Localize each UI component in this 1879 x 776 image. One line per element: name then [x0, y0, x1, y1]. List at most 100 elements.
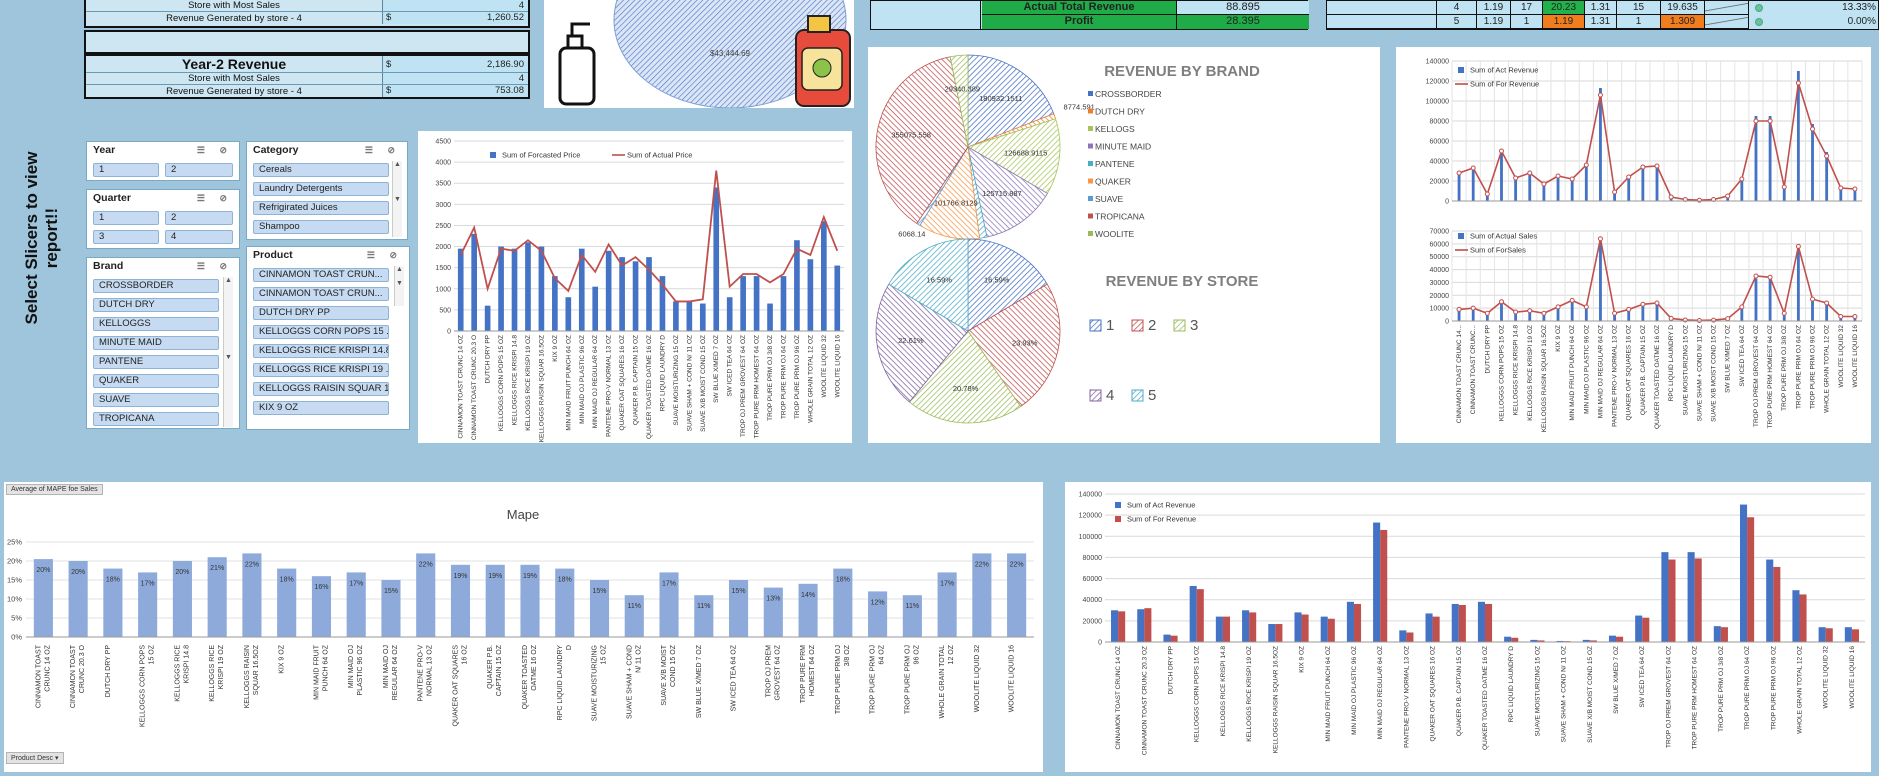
year-item-1[interactable]: 1: [93, 163, 159, 177]
line-point[interactable]: [1753, 118, 1759, 124]
brand-item[interactable]: MINUTE MAID: [93, 336, 219, 350]
store-pct-value[interactable]: 0.00%: [1816, 15, 1876, 29]
store-table-cell[interactable]: 15: [1617, 1, 1661, 15]
year-item-2[interactable]: 2: [165, 163, 233, 177]
bar-mark[interactable]: [834, 265, 841, 331]
bar-mark[interactable]: [807, 259, 814, 331]
bar-mark[interactable]: [753, 276, 760, 331]
line-point[interactable]: [1498, 299, 1504, 305]
line-point[interactable]: [1810, 126, 1816, 132]
bar-mark[interactable]: [1768, 278, 1772, 321]
bar-mark[interactable]: [1380, 529, 1388, 642]
quarter-item-3[interactable]: 3: [93, 230, 159, 244]
line-point[interactable]: [1767, 274, 1773, 280]
bar-mark[interactable]: [484, 305, 491, 331]
category-item[interactable]: Laundry Detergents: [253, 182, 389, 196]
bar-mark[interactable]: [1799, 594, 1807, 642]
brand-item[interactable]: KELLOGGS: [93, 317, 219, 331]
bar-mark[interactable]: [821, 221, 827, 331]
store-table-cell[interactable]: 4: [1437, 1, 1477, 15]
store-table-cell[interactable]: 1.31: [1585, 1, 1617, 15]
bar-mark[interactable]: [1471, 170, 1475, 201]
actual-revenue-cell[interactable]: 88.895: [1176, 1, 1309, 15]
bar-mark[interactable]: [694, 595, 714, 637]
bar-mark[interactable]: [1500, 149, 1503, 201]
line-point[interactable]: [1668, 194, 1674, 200]
bar-mark[interactable]: [1773, 566, 1781, 642]
product-item[interactable]: DUTCH DRY PP: [253, 306, 389, 320]
bar-mark[interactable]: [1111, 610, 1119, 642]
bar-mark[interactable]: [1825, 628, 1833, 642]
bar-mark[interactable]: [1766, 559, 1774, 642]
line-point[interactable]: [1527, 308, 1533, 314]
bar-mark[interactable]: [1222, 616, 1231, 642]
bar-mark[interactable]: [1399, 630, 1407, 642]
bar-mark[interactable]: [1739, 504, 1748, 642]
bar-mark[interactable]: [1528, 172, 1532, 201]
line-point[interactable]: [1513, 175, 1519, 181]
year1-store-value[interactable]: 4: [382, 0, 528, 11]
line-point[interactable]: [1498, 148, 1504, 154]
store-table-cell[interactable]: [1327, 15, 1437, 29]
line-point[interactable]: [1527, 170, 1533, 176]
bar-mark[interactable]: [1754, 278, 1758, 321]
mape-field-button[interactable]: Average of MAPE foe Sales: [6, 484, 103, 495]
line-point[interactable]: [1640, 301, 1646, 307]
store-table-cell[interactable]: 1: [1511, 15, 1543, 29]
line-point[interactable]: [1612, 310, 1618, 316]
bar-mark[interactable]: [1163, 634, 1171, 642]
line-point[interactable]: [1838, 314, 1844, 319]
line-point[interactable]: [1654, 163, 1660, 169]
line-point[interactable]: [1583, 304, 1589, 310]
brand-scrollbar[interactable]: ▲ ▼: [223, 277, 233, 427]
line-point[interactable]: [1555, 173, 1561, 179]
bar-mark[interactable]: [1851, 629, 1859, 642]
line-point[interactable]: [1513, 309, 1519, 315]
category-item[interactable]: Cereals: [253, 163, 389, 177]
bar-mark[interactable]: [1792, 590, 1800, 642]
bar-mark[interactable]: [1694, 558, 1702, 642]
line-point[interactable]: [1838, 185, 1844, 191]
category-item[interactable]: Shampoo: [253, 220, 389, 234]
bar-mark[interactable]: [1215, 616, 1223, 642]
bar-mark[interactable]: [457, 248, 464, 331]
bar-mark[interactable]: [1144, 608, 1152, 642]
product-item[interactable]: KELLOGGS RICE KRISPI 19 ...: [253, 363, 389, 377]
bar-mark[interactable]: [1406, 632, 1414, 642]
product-item[interactable]: KELLOGGS CORN POPS 15 ...: [253, 325, 389, 339]
year2-revenue-cell[interactable]: $ 753.08: [382, 85, 528, 97]
category-item[interactable]: Refrigirated Juices: [253, 201, 389, 215]
brand-item[interactable]: SUAVE: [93, 393, 219, 407]
store-table-cell[interactable]: 1.19: [1477, 15, 1511, 29]
bar-mark[interactable]: [713, 187, 720, 331]
product-item[interactable]: KELLOGGS RAISIN SQUAR 16...: [253, 382, 389, 396]
quarter-item-4[interactable]: 4: [165, 230, 233, 244]
bar-mark[interactable]: [605, 250, 612, 331]
year2-store-value[interactable]: 4: [382, 73, 528, 84]
line-point[interactable]: [1852, 186, 1858, 192]
product-item[interactable]: CINNAMON TOAST CRUN...: [253, 287, 389, 301]
brand-item[interactable]: QUAKER: [93, 374, 219, 388]
bar-mark[interactable]: [1599, 241, 1602, 321]
line-point[interactable]: [1781, 184, 1787, 190]
line-point[interactable]: [1626, 174, 1632, 180]
brand-item[interactable]: CROSSBORDER: [93, 279, 219, 293]
store-table-cell[interactable]: 19.635: [1661, 1, 1705, 15]
bar-mark[interactable]: [1608, 635, 1617, 642]
line-point[interactable]: [1612, 189, 1618, 195]
line-point[interactable]: [1725, 193, 1731, 199]
bar-mark[interactable]: [565, 297, 572, 331]
product-item[interactable]: KIX 9 OZ: [253, 401, 389, 415]
bar-mark[interactable]: [1477, 601, 1485, 642]
quarter-item-2[interactable]: 2: [165, 211, 233, 225]
product-item[interactable]: KELLOGGS RICE KRISPI 14.8: [253, 344, 389, 358]
line-point[interactable]: [1739, 304, 1745, 310]
line-point[interactable]: [1795, 80, 1801, 86]
profit-cell[interactable]: 28.395: [1176, 15, 1309, 29]
bar-mark[interactable]: [1458, 605, 1466, 642]
bar-mark[interactable]: [538, 246, 545, 331]
bar-mark[interactable]: [1514, 178, 1518, 201]
line-point[interactable]: [1484, 310, 1490, 316]
bar-mark[interactable]: [699, 303, 706, 331]
line-point[interactable]: [1668, 315, 1674, 321]
